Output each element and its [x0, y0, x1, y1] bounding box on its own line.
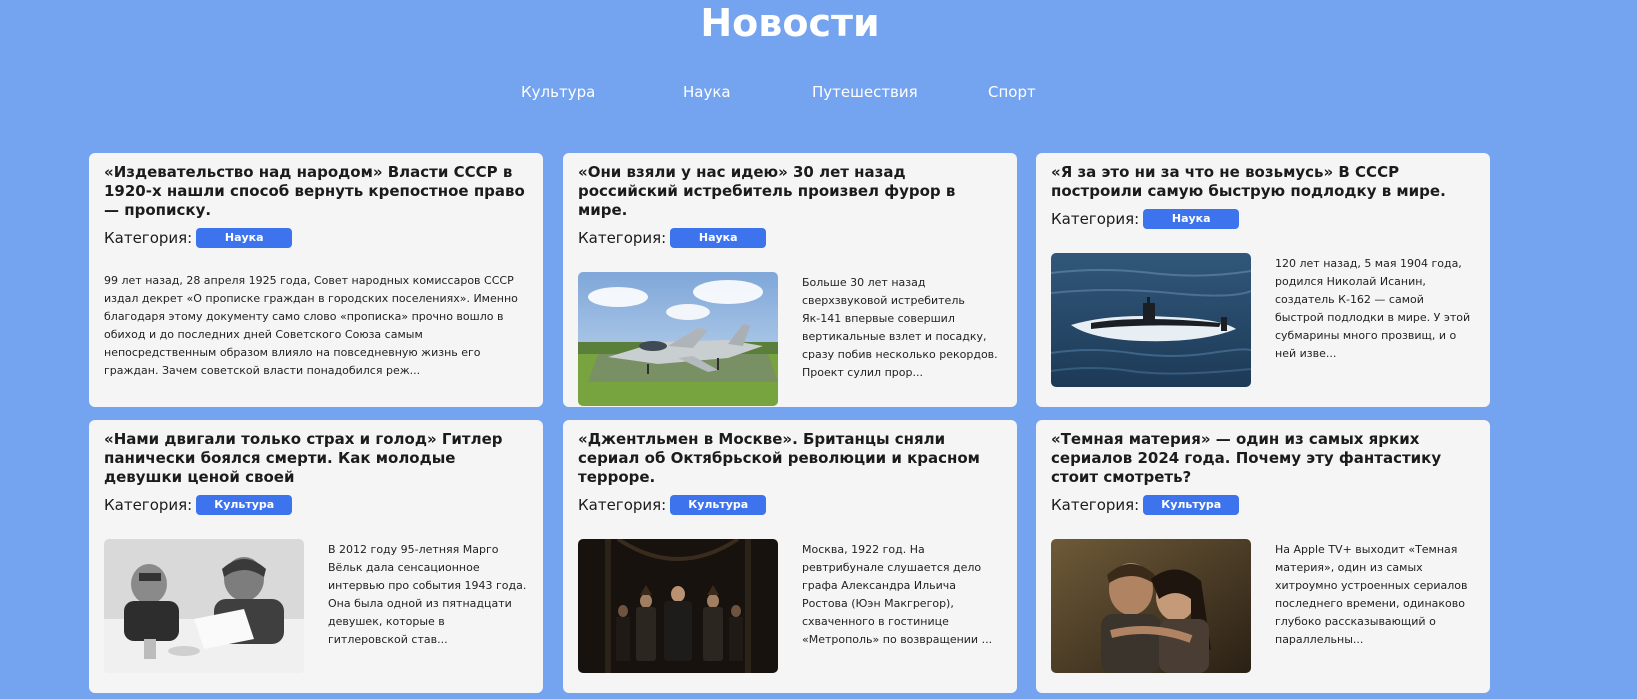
category-label: Категория: — [578, 229, 667, 247]
card-title[interactable]: «Издевательство над народом» Власти СССР… — [104, 163, 528, 220]
category-badge[interactable]: Культура — [1143, 495, 1240, 515]
historical-photo-image[interactable] — [104, 539, 304, 673]
card-excerpt: 120 лет назад, 5 мая 1904 года, родился … — [1275, 257, 1471, 360]
card-category: Категория: Наука — [578, 228, 1002, 248]
card-category: Категория: Наука — [104, 228, 528, 248]
category-label: Категория: — [1051, 496, 1140, 514]
card-category: Категория: Культура — [578, 495, 1002, 515]
submarine-image[interactable] — [1051, 253, 1251, 387]
card-category: Категория: Культура — [1051, 495, 1475, 515]
category-label: Категория: — [104, 496, 193, 514]
category-nav: Культура Наука Путешествия Спорт — [0, 83, 1637, 107]
category-badge[interactable]: Наука — [1143, 209, 1240, 229]
news-card[interactable]: «Нами двигали только страх и голод» Гитл… — [89, 420, 543, 693]
card-title[interactable]: «Я за это ни за что не возьмусь» В СССР … — [1051, 163, 1475, 201]
card-title[interactable]: «Они взяли у нас идею» 30 лет назад росс… — [578, 163, 1002, 220]
fighter-jet-image[interactable] — [578, 272, 778, 406]
card-excerpt: В 2012 году 95-летняя Марго Вёльк дала с… — [328, 543, 527, 646]
couple-embrace-image[interactable] — [1051, 539, 1251, 673]
news-card[interactable]: «Темная материя» — один из самых ярких с… — [1036, 420, 1490, 693]
news-card[interactable]: «Я за это ни за что не возьмусь» В СССР … — [1036, 153, 1490, 407]
category-label: Категория: — [578, 496, 667, 514]
card-excerpt: Москва, 1922 год. На ревтрибунале слушае… — [802, 543, 993, 646]
card-title[interactable]: «Темная материя» — один из самых ярких с… — [1051, 430, 1475, 487]
card-category: Категория: Культура — [104, 495, 528, 515]
category-label: Категория: — [104, 229, 193, 247]
category-badge[interactable]: Наука — [196, 228, 293, 248]
nav-item-culture[interactable]: Культура — [521, 83, 595, 101]
card-excerpt: 99 лет назад, 28 апреля 1925 года, Совет… — [104, 274, 518, 377]
category-badge[interactable]: Культура — [670, 495, 767, 515]
category-badge[interactable]: Культура — [196, 495, 293, 515]
news-card[interactable]: «Джентльмен в Москве». Британцы сняли се… — [563, 420, 1017, 693]
news-card[interactable]: «Они взяли у нас идею» 30 лет назад росс… — [563, 153, 1017, 407]
card-excerpt: Больше 30 лет назад сверхзвуковой истреб… — [802, 276, 998, 379]
card-title[interactable]: «Джентльмен в Москве». Британцы сняли се… — [578, 430, 1002, 487]
card-title[interactable]: «Нами двигали только страх и голод» Гитл… — [104, 430, 528, 487]
page-title: Новости — [700, 1, 880, 45]
card-category: Категория: Наука — [1051, 209, 1475, 229]
card-excerpt: На Apple TV+ выходит «Темная материя», о… — [1275, 543, 1468, 646]
nav-item-travel[interactable]: Путешествия — [812, 83, 918, 101]
news-card[interactable]: «Издевательство над народом» Власти СССР… — [89, 153, 543, 407]
news-page: Новости Культура Наука Путешествия Спорт… — [0, 0, 1637, 699]
category-badge[interactable]: Наука — [670, 228, 767, 248]
nav-item-sport[interactable]: Спорт — [988, 83, 1036, 101]
category-label: Категория: — [1051, 210, 1140, 228]
nav-item-science[interactable]: Наука — [683, 83, 731, 101]
tv-series-still-image[interactable] — [578, 539, 778, 673]
